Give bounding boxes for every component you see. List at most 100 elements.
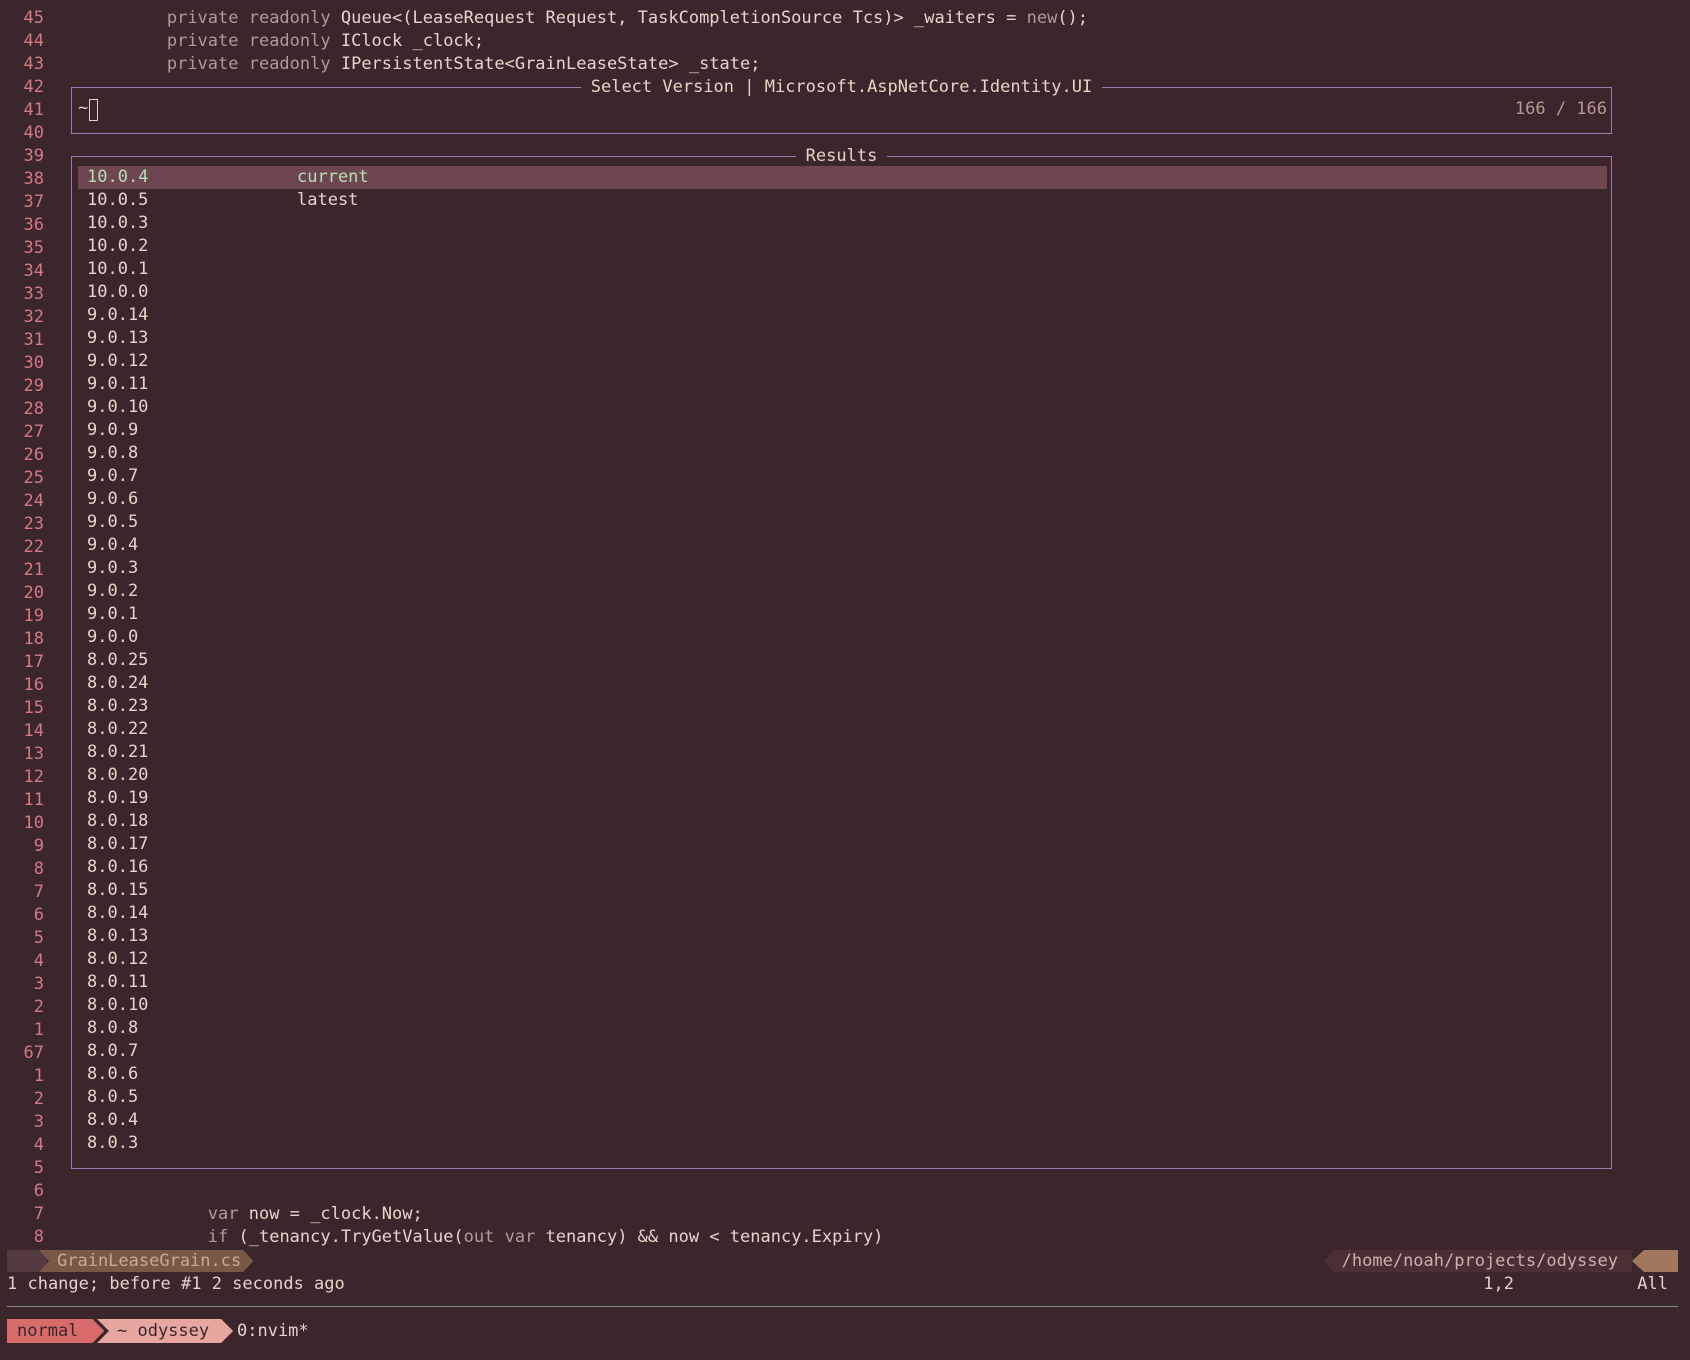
editor-line[interactable]: 14 [0,720,44,743]
editor-line[interactable]: 45 private readonly Queue<(LeaseRequest … [0,7,1089,30]
editor-line[interactable]: 15 [0,697,44,720]
result-item[interactable]: 9.0.8 [78,442,1607,465]
result-item[interactable]: 8.0.5 [78,1086,1607,1109]
editor-line[interactable]: 4 [0,950,44,973]
editor-line[interactable]: 5 [0,927,44,950]
result-item[interactable]: 8.0.6 [78,1063,1607,1086]
result-item[interactable]: 8.0.21 [78,741,1607,764]
result-item[interactable]: 8.0.4 [78,1109,1607,1132]
editor-line[interactable]: 23 [0,513,44,536]
result-item[interactable]: 8.0.24 [78,672,1607,695]
editor-line[interactable]: 25 [0,467,44,490]
result-item[interactable]: 10.0.1 [78,258,1607,281]
editor-line[interactable]: 1 [0,1019,44,1042]
editor-line[interactable]: 8 [0,858,44,881]
editor-line[interactable]: 42 [0,76,44,99]
editor-line[interactable]: 13 [0,743,44,766]
editor-line[interactable]: 31 [0,329,44,352]
result-item[interactable]: 9.0.1 [78,603,1607,626]
result-item[interactable]: 8.0.13 [78,925,1607,948]
result-item[interactable]: 8.0.25 [78,649,1607,672]
result-item[interactable]: 8.0.23 [78,695,1607,718]
editor-line[interactable]: 4 [0,1134,44,1157]
editor-line[interactable]: 21 [0,559,44,582]
result-item[interactable]: 8.0.16 [78,856,1607,879]
result-item[interactable]: 8.0.8 [78,1017,1607,1040]
editor-line[interactable]: 3 [0,1111,44,1134]
editor-line[interactable]: 28 [0,398,44,421]
tmux-window[interactable]: 0:nvim* [237,1319,309,1343]
result-item[interactable]: 9.0.10 [78,396,1607,419]
editor-line[interactable]: 6 [0,1180,44,1203]
result-item[interactable]: 9.0.11 [78,373,1607,396]
editor-line[interactable]: 18 [0,628,44,651]
editor-line[interactable]: 19 [0,605,44,628]
result-item[interactable]: 8.0.15 [78,879,1607,902]
editor-line[interactable]: 40 [0,122,44,145]
result-item[interactable]: 8.0.10 [78,994,1607,1017]
result-item[interactable]: 10.0.4 current [78,166,1607,189]
editor-line[interactable]: 7 [0,881,44,904]
result-item[interactable]: 9.0.7 [78,465,1607,488]
editor-line[interactable]: 10 [0,812,44,835]
editor-line[interactable]: 12 [0,766,44,789]
result-item[interactable]: 8.0.17 [78,833,1607,856]
editor-line[interactable]: 22 [0,536,44,559]
editor-line[interactable]: 41 [0,99,44,122]
editor-line[interactable]: 27 [0,421,44,444]
result-item[interactable]: 9.0.14 [78,304,1607,327]
result-item[interactable]: 8.0.20 [78,764,1607,787]
result-item[interactable]: 9.0.12 [78,350,1607,373]
editor-line[interactable]: 33 [0,283,44,306]
editor-line[interactable]: 35 [0,237,44,260]
result-item[interactable]: 10.0.0 [78,281,1607,304]
result-item[interactable]: 9.0.0 [78,626,1607,649]
editor-line[interactable]: 16 [0,674,44,697]
result-item[interactable]: 8.0.19 [78,787,1607,810]
editor-line[interactable]: 43 private readonly IPersistentState<Gra… [0,53,761,76]
result-item[interactable]: 9.0.2 [78,580,1607,603]
editor-line[interactable]: 37 [0,191,44,214]
editor-line[interactable]: 67 [0,1042,44,1065]
editor-line[interactable]: 11 [0,789,44,812]
result-item[interactable]: 8.0.18 [78,810,1607,833]
editor-line[interactable]: 2 [0,1088,44,1111]
result-item[interactable]: 8.0.11 [78,971,1607,994]
editor-line[interactable]: 6 [0,904,44,927]
editor-line[interactable]: 3 [0,973,44,996]
editor-line[interactable]: 2 [0,996,44,1019]
result-item[interactable]: 10.0.2 [78,235,1607,258]
editor-line[interactable]: 17 [0,651,44,674]
editor-line[interactable]: 29 [0,375,44,398]
result-item[interactable]: 9.0.9 [78,419,1607,442]
editor-line[interactable]: 1 [0,1065,44,1088]
editor-line[interactable]: 5 [0,1157,44,1180]
editor-line[interactable]: 8 if (_tenancy.TryGetValue(out var tenan… [0,1226,884,1249]
editor-line[interactable]: 34 [0,260,44,283]
editor-line[interactable]: 32 [0,306,44,329]
result-item[interactable]: 8.0.14 [78,902,1607,925]
editor-line[interactable]: 9 [0,835,44,858]
editor-line[interactable]: 7 var now = _clock.Now; [0,1203,423,1226]
version-picker-prompt[interactable]: Select Version | Microsoft.AspNetCore.Id… [71,77,1612,134]
editor-line[interactable]: 44 private readonly IClock _clock; [0,30,485,53]
result-item[interactable]: 8.0.12 [78,948,1607,971]
result-item[interactable]: 9.0.3 [78,557,1607,580]
editor-line[interactable]: 24 [0,490,44,513]
result-item[interactable]: 9.0.5 [78,511,1607,534]
result-item[interactable]: 9.0.4 [78,534,1607,557]
result-item[interactable]: 10.0.3 [78,212,1607,235]
result-item[interactable]: 10.0.5 latest [78,189,1607,212]
editor-line[interactable]: 38 [0,168,44,191]
result-item[interactable]: 8.0.22 [78,718,1607,741]
editor-line[interactable]: 36 [0,214,44,237]
editor-line[interactable]: 30 [0,352,44,375]
result-item[interactable]: 8.0.7 [78,1040,1607,1063]
editor-line[interactable]: 39 [0,145,44,168]
editor-line[interactable]: 20 [0,582,44,605]
result-item[interactable]: 8.0.3 [78,1132,1607,1155]
result-item[interactable]: 9.0.6 [78,488,1607,511]
tmux-session[interactable]: ~ odyssey [97,1319,233,1343]
result-item[interactable]: 9.0.13 [78,327,1607,350]
editor-line[interactable]: 26 [0,444,44,467]
